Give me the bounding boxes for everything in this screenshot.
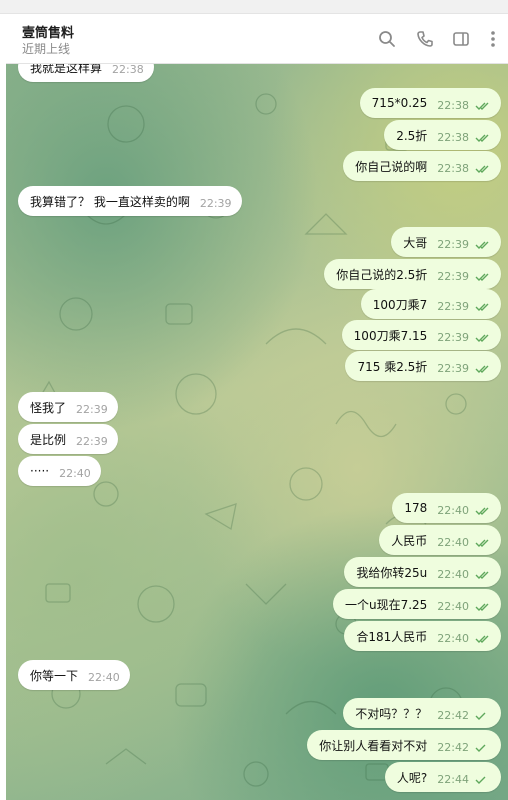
- read-checkmark-icon: [475, 102, 489, 110]
- message-text: 2.5折: [396, 128, 428, 143]
- outgoing-message[interactable]: 合181人民币 22:40: [344, 621, 501, 651]
- message-time: 22:39: [437, 362, 469, 375]
- message-text: 不对吗？？？: [355, 706, 428, 721]
- outgoing-message[interactable]: 一个u现在7.25 22:40: [332, 589, 501, 619]
- read-checkmark-icon: [475, 539, 489, 547]
- outgoing-message[interactable]: 不对吗？？？ 22:42: [343, 698, 501, 728]
- message-text: 是比例: [30, 432, 67, 447]
- message-text: 715 乘2.5折: [357, 359, 428, 374]
- outgoing-message[interactable]: 178 22:40: [392, 493, 501, 523]
- message-time: 22:40: [88, 671, 120, 684]
- message-time: 22:38: [112, 64, 144, 76]
- outgoing-message[interactable]: 大哥 22:39: [391, 227, 501, 257]
- read-checkmark-icon: [475, 241, 489, 249]
- outgoing-message[interactable]: 715*0.25 22:38: [359, 88, 501, 118]
- outgoing-message[interactable]: 你自己说的啊 22:38: [343, 151, 501, 181]
- sidebar-toggle-icon[interactable]: [450, 28, 472, 50]
- message-text: 100刀乘7: [372, 297, 428, 312]
- read-checkmark-icon: [475, 134, 489, 142]
- read-checkmark-icon: [475, 365, 489, 373]
- message-text: 一个u现在7.25: [344, 597, 428, 612]
- phone-icon[interactable]: [414, 28, 436, 50]
- message-time: 22:39: [199, 197, 232, 210]
- window-top-strip: [0, 0, 508, 14]
- more-vertical-icon[interactable]: [482, 28, 504, 50]
- outgoing-message[interactable]: 100刀乘7.15 22:39: [341, 320, 501, 350]
- message-time: 22:40: [437, 536, 469, 549]
- message-time: 22:39: [76, 403, 108, 416]
- read-checkmark-icon: [475, 303, 489, 311]
- outgoing-message[interactable]: 2.5折 22:38: [384, 120, 501, 150]
- incoming-message[interactable]: ····· 22:40: [18, 456, 101, 486]
- message-time: 22:40: [437, 600, 469, 613]
- message-time: 22:40: [437, 632, 469, 645]
- chat-header: 壹筒售料 近期上线: [6, 14, 508, 64]
- outgoing-message[interactable]: 100刀乘7 22:39: [360, 289, 501, 319]
- read-checkmark-icon: [475, 165, 489, 173]
- message-text: ·····: [30, 464, 50, 478]
- message-time: 22:39: [437, 270, 469, 283]
- chat-status: 近期上线: [22, 42, 71, 56]
- read-checkmark-icon: [475, 334, 489, 342]
- message-time: 22:40: [437, 568, 469, 581]
- message-time: 22:44: [437, 773, 469, 786]
- sent-checkmark-icon: [475, 744, 486, 752]
- message-time: 22:38: [437, 162, 469, 175]
- message-text: 我给你转25u: [356, 565, 428, 580]
- outgoing-message[interactable]: 人呢? 22:44: [384, 762, 501, 792]
- message-text: 合181人民币: [356, 629, 428, 644]
- message-time: 22:38: [437, 131, 469, 144]
- message-text: 100刀乘7.15: [353, 328, 428, 343]
- message-time: 22:39: [76, 435, 108, 448]
- message-text: 715*0.25: [371, 96, 428, 110]
- message-list[interactable]: 我就是这样算 22:38 715*0.25 22:38 2.5折 22:38 你自己说的啊 2…: [6, 64, 508, 800]
- message-text: 我算错了？ 我一直这样卖的啊: [30, 194, 190, 209]
- incoming-message[interactable]: 我就是这样算 22:38: [18, 64, 154, 82]
- message-time: 22:38: [437, 99, 469, 112]
- sent-checkmark-icon: [475, 776, 486, 784]
- message-text: 你让别人看看对不对: [319, 738, 428, 753]
- message-text: 大哥: [403, 235, 428, 250]
- read-checkmark-icon: [475, 273, 489, 281]
- message-text: 人民币: [391, 533, 428, 548]
- message-time: 22:39: [437, 331, 469, 344]
- message-text: 你等一下: [30, 668, 79, 683]
- message-text: 我就是这样算: [30, 64, 103, 75]
- sent-checkmark-icon: [475, 712, 486, 720]
- outgoing-message[interactable]: 人民币 22:40: [379, 525, 501, 555]
- message-text: 你自己说的2.5折: [336, 267, 428, 282]
- read-checkmark-icon: [475, 507, 489, 515]
- message-time: 22:40: [437, 504, 469, 517]
- outgoing-message[interactable]: 715 乘2.5折 22:39: [345, 351, 501, 381]
- message-text: 你自己说的啊: [355, 159, 428, 174]
- incoming-message[interactable]: 我算错了？ 我一直这样卖的啊 22:39: [18, 186, 242, 216]
- message-time: 22:39: [437, 238, 469, 251]
- outgoing-message[interactable]: 我给你转25u 22:40: [344, 557, 501, 587]
- outgoing-message[interactable]: 你让别人看看对不对 22:42: [307, 730, 501, 760]
- chat-title[interactable]: 壹筒售料: [22, 22, 74, 41]
- message-text: 怪我了: [30, 400, 67, 415]
- read-checkmark-icon: [475, 603, 489, 611]
- outgoing-message[interactable]: 你自己说的2.5折 22:39: [324, 259, 501, 289]
- message-time: 22:42: [437, 709, 469, 722]
- message-time: 22:42: [437, 741, 469, 754]
- incoming-message[interactable]: 怪我了 22:39: [18, 392, 118, 422]
- incoming-message[interactable]: 你等一下 22:40: [18, 660, 130, 690]
- read-checkmark-icon: [475, 571, 489, 579]
- incoming-message[interactable]: 是比例 22:39: [18, 424, 118, 454]
- message-text: 178: [404, 501, 428, 515]
- message-time: 22:40: [59, 467, 91, 480]
- read-checkmark-icon: [475, 635, 489, 643]
- message-time: 22:39: [437, 300, 469, 313]
- message-text: 人呢?: [396, 770, 428, 785]
- search-icon[interactable]: [376, 28, 398, 50]
